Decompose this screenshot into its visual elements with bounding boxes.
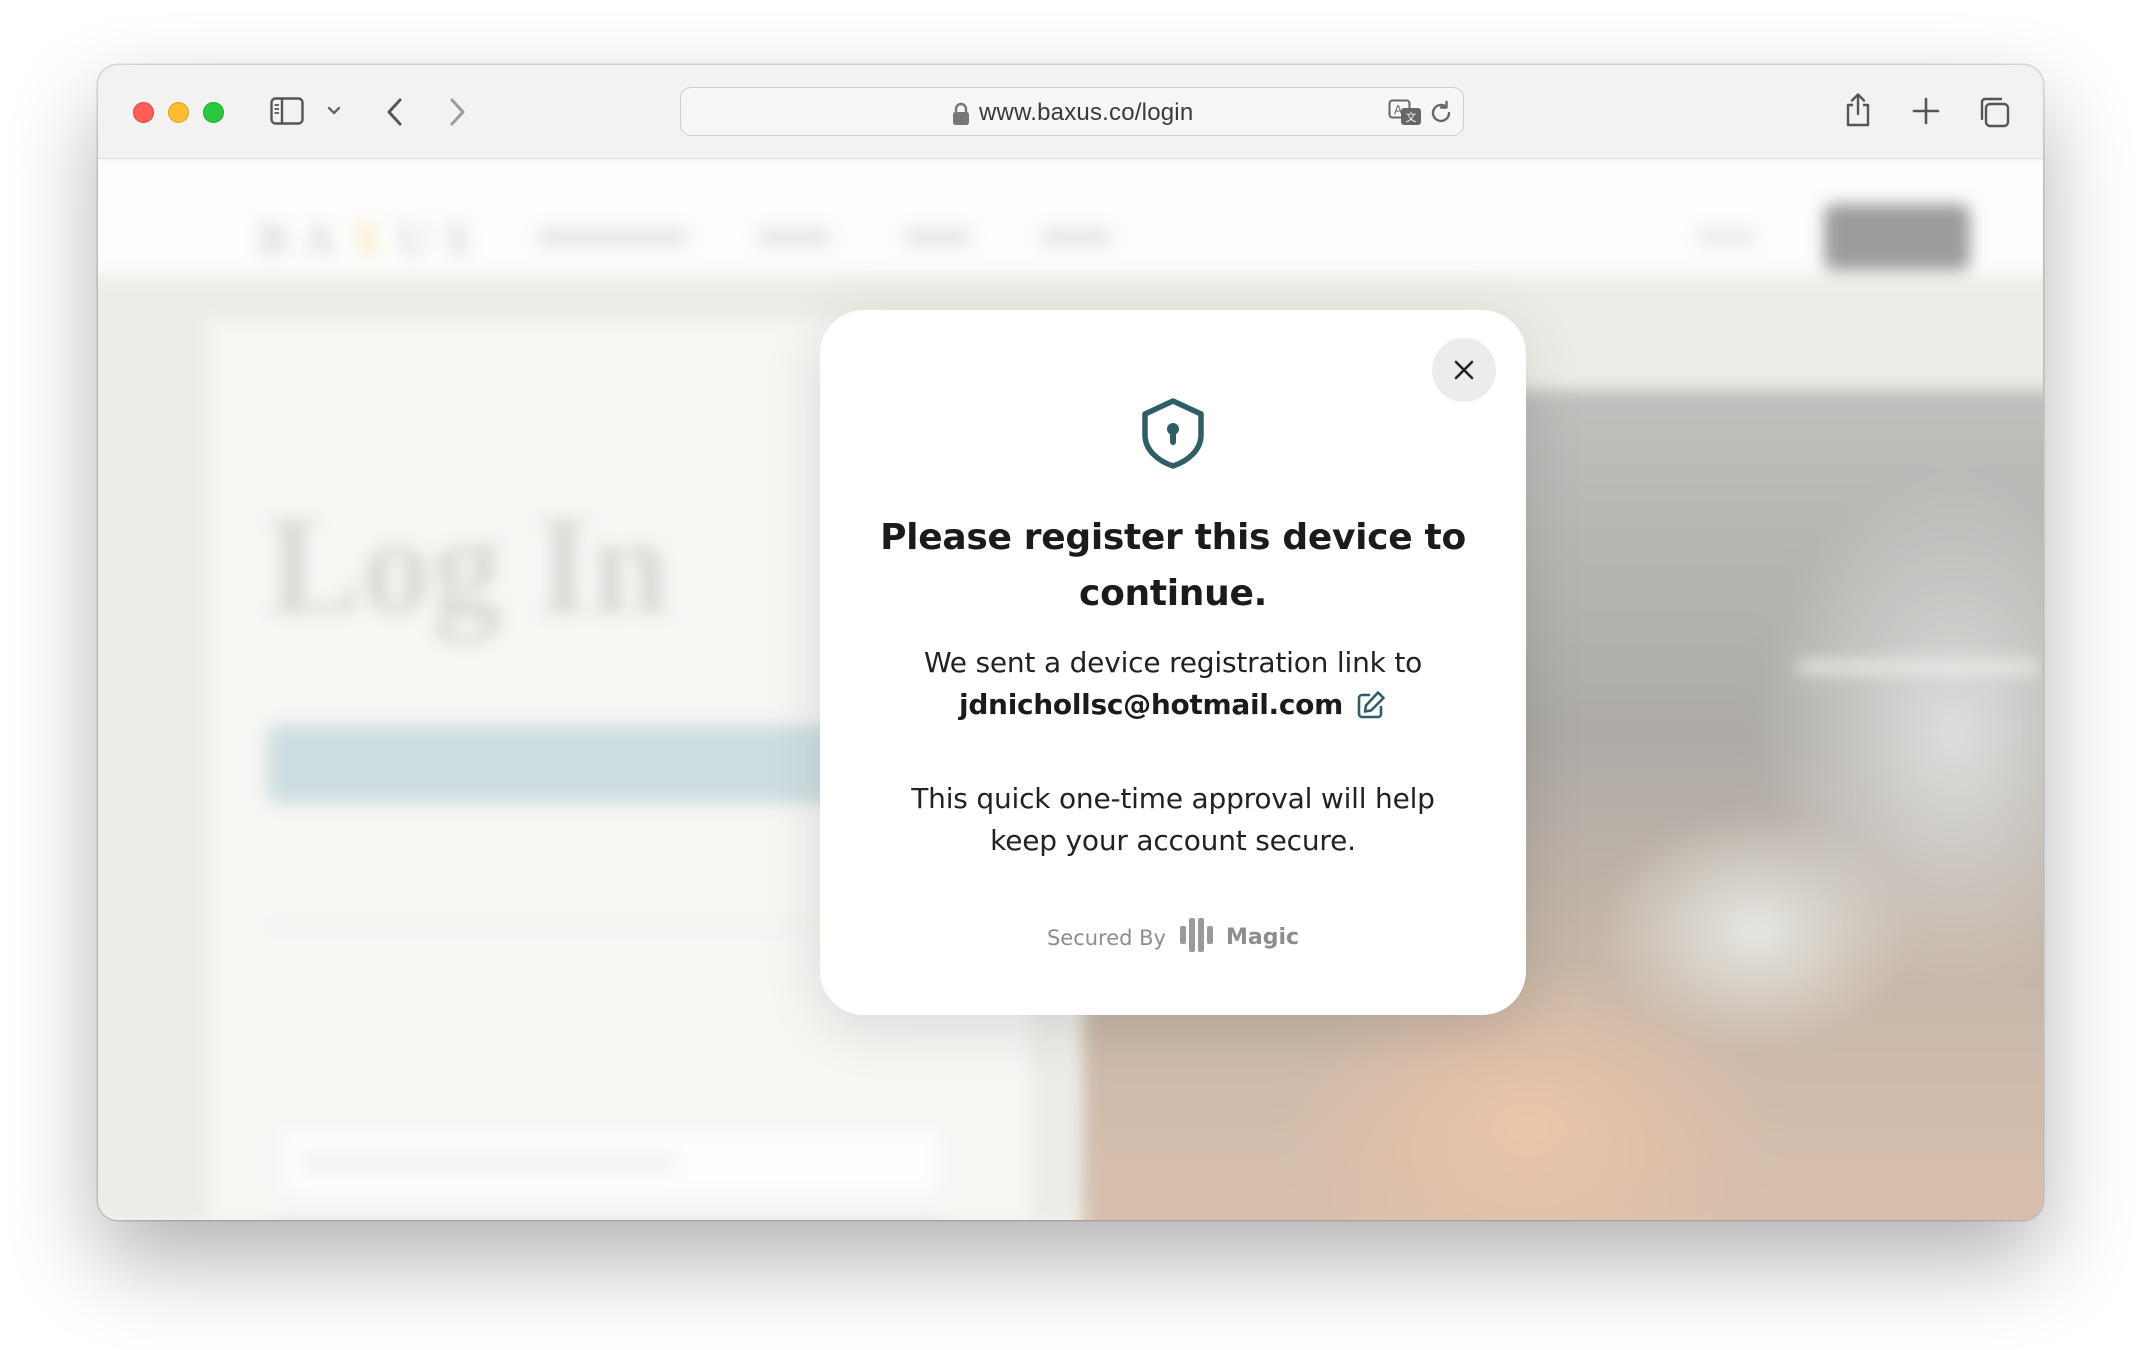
reload-icon[interactable] [1428,100,1454,131]
sidebar-icon[interactable] [270,97,304,125]
chevron-right-icon[interactable] [448,97,466,127]
minimize-window-button[interactable] [168,102,189,123]
registered-email: jdnichollsc@hotmail.com [959,688,1343,721]
close-modal-button[interactable] [1432,338,1496,402]
approval-text: This quick one-time approval will help k… [911,782,1435,857]
secured-by-label: Secured By [1046,925,1166,950]
magic-provider-name: Magic [1225,925,1300,950]
device-registration-modal: Please register this device to continue.… [820,310,1526,1015]
close-icon [1454,360,1474,380]
translate-icon[interactable]: A文 [1388,99,1424,132]
secured-by-footer: Secured By Magic [820,916,1526,959]
magic-logo-icon [1178,916,1214,959]
url-text: www.baxus.co/login [979,99,1194,126]
chevron-left-icon[interactable] [386,97,404,127]
sent-text: We sent a device registration link to [923,646,1423,679]
close-window-button[interactable] [133,102,154,123]
address-bar[interactable]: www.baxus.co/login A文 [680,87,1464,136]
share-icon[interactable] [1844,92,1872,128]
shield-lock-icon [1138,397,1208,474]
email-row: jdnichollsc@hotmail.com [820,688,1526,721]
edit-icon[interactable] [1355,689,1387,721]
chevron-down-icon[interactable] [327,106,341,116]
lock-icon [952,102,970,131]
tabs-icon[interactable] [1978,96,2010,128]
zoom-window-button[interactable] [203,102,224,123]
modal-title: Please register this device to continue. [880,517,1466,614]
svg-text:文: 文 [1406,110,1417,124]
browser-window: www.baxus.co/login A文 BAXUS Log In Pleas… [98,65,2043,1220]
plus-icon[interactable] [1912,97,1940,125]
browser-toolbar: www.baxus.co/login A文 [98,65,2043,159]
